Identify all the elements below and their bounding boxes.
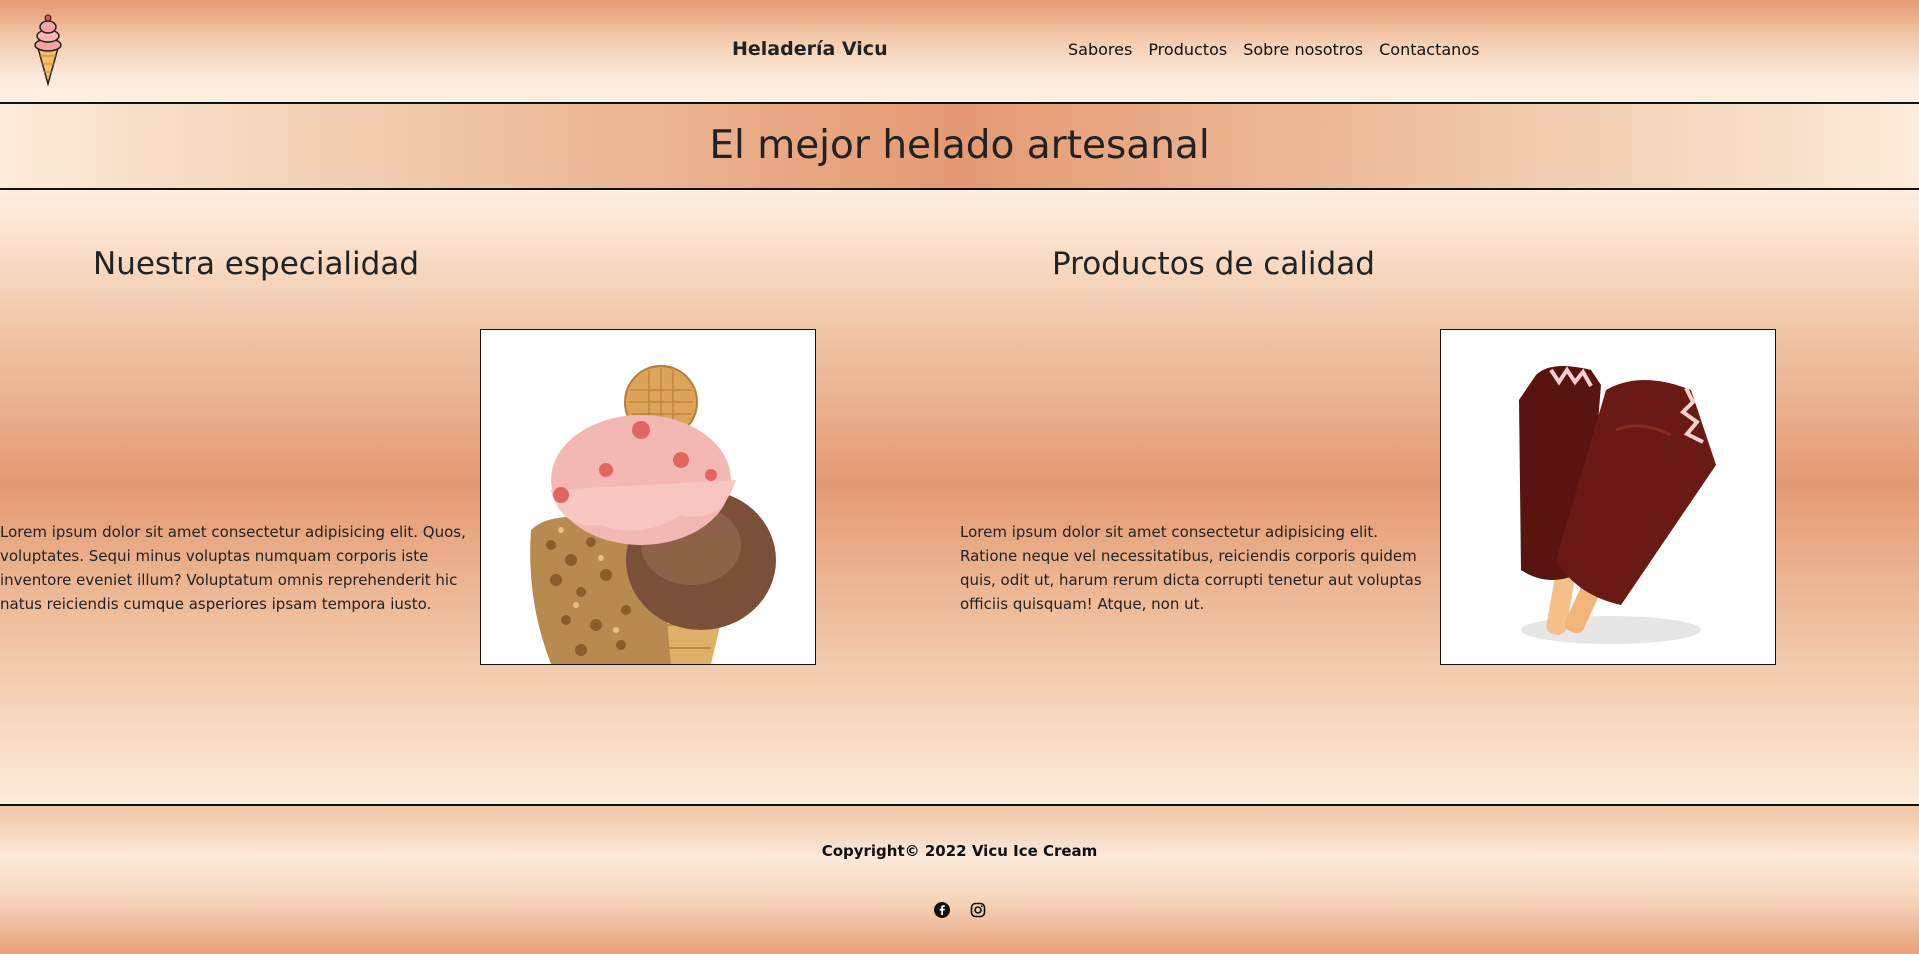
chocolate-popsicles-photo xyxy=(1441,330,1775,664)
section-title: Productos de calidad xyxy=(1052,246,1375,282)
instagram-icon[interactable] xyxy=(970,902,986,918)
social-links xyxy=(0,902,1919,918)
section-especialidad: Nuestra especialidad Lorem ipsum dolor s… xyxy=(0,190,880,790)
hero-title: El mejor helado artesanal xyxy=(709,123,1210,168)
brand-name: Heladería Vicu xyxy=(732,38,888,60)
section-text: Lorem ipsum dolor sit amet consectetur a… xyxy=(0,523,466,613)
nav-link-sabores[interactable]: Sabores xyxy=(1068,40,1132,59)
nav-link-sobre-nosotros[interactable]: Sobre nosotros xyxy=(1243,40,1363,59)
ice-cream-cone-image xyxy=(480,329,816,665)
nav-link-contactanos[interactable]: Contactanos xyxy=(1379,40,1479,59)
nav-link-productos[interactable]: Productos xyxy=(1148,40,1227,59)
hero-banner: El mejor helado artesanal xyxy=(0,104,1919,190)
main-content: Nuestra especialidad Lorem ipsum dolor s… xyxy=(0,190,1919,806)
facebook-icon[interactable] xyxy=(933,902,950,918)
chocolate-popsicles-image xyxy=(1440,329,1776,665)
section-calidad: Productos de calidad Lorem ipsum dolor s… xyxy=(960,190,1840,790)
section-title: Nuestra especialidad xyxy=(93,246,420,282)
section-text: Lorem ipsum dolor sit amet consectetur a… xyxy=(960,523,1422,613)
ice-cream-cone-photo xyxy=(481,330,815,664)
ice-cream-logo-icon[interactable] xyxy=(28,12,68,88)
site-footer: Copyright© 2022 Vicu Ice Cream xyxy=(0,806,1919,954)
site-header: Heladería Vicu Sabores Productos Sobre n… xyxy=(0,0,1919,104)
copyright-text: Copyright© 2022 Vicu Ice Cream xyxy=(821,842,1098,860)
main-nav: Sabores Productos Sobre nosotros Contact… xyxy=(1068,40,1479,59)
